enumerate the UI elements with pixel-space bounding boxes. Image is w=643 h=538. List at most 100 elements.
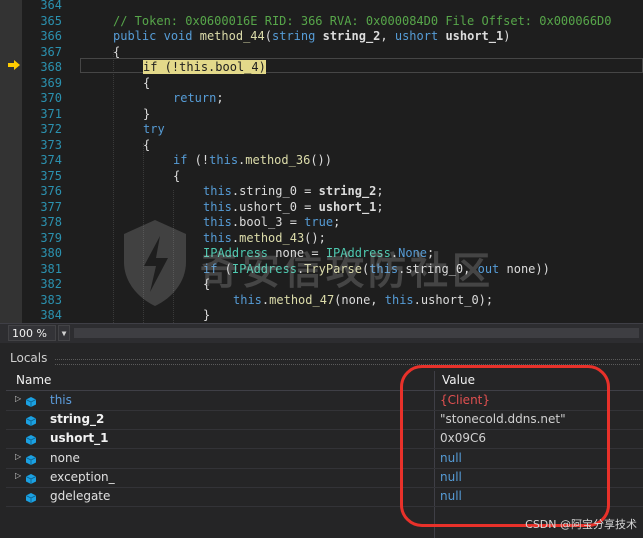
code-line[interactable]: 374 if (!this.method_36()) — [0, 153, 643, 169]
variable-cube-icon — [25, 434, 37, 446]
code-token: this — [369, 261, 399, 276]
line-number: 380 — [40, 246, 62, 260]
code-token: IPAddress — [325, 246, 391, 260]
line-number: 381 — [40, 261, 62, 276]
code-token: .string_0, — [398, 261, 478, 276]
code-token: { — [143, 75, 151, 90]
line-number: 384 — [40, 308, 62, 322]
code-token: true — [304, 215, 334, 229]
code-token: if — [203, 261, 218, 276]
code-line[interactable]: 379 this.method_43(); — [0, 231, 643, 247]
code-token: method_44 — [199, 29, 265, 43]
code-token: IPAddress — [231, 261, 297, 276]
code-token: if — [173, 153, 188, 167]
code-text: if (!this.method_36()) — [173, 153, 332, 169]
code-line[interactable]: 376 this.string_0 = string_2; — [0, 184, 643, 200]
code-line[interactable]: 369 { — [0, 76, 643, 92]
code-token: none)) — [499, 261, 550, 276]
code-token: string_2 — [322, 29, 381, 43]
zoom-dropdown-icon[interactable]: ▼ — [58, 325, 70, 341]
variable-name: exception_ — [50, 469, 115, 484]
code-token: ; — [376, 199, 384, 214]
line-number: 364 — [40, 0, 62, 12]
horizontal-scrollbar[interactable] — [74, 328, 639, 338]
variable-cube-icon — [25, 473, 37, 484]
code-token: } — [203, 308, 211, 322]
line-number: 383 — [40, 292, 62, 307]
code-line[interactable]: 368 if (!this.bool_4) — [0, 60, 643, 76]
code-token: try — [143, 122, 165, 136]
editor-status-bar: 100 % ▼ — [0, 323, 643, 343]
code-token: (none, — [334, 292, 385, 307]
code-token: ()) — [310, 153, 332, 167]
code-line[interactable]: 381 if (IPAddress.TryParse(this.string_0,… — [0, 262, 643, 278]
code-token: this — [203, 230, 232, 245]
code-line[interactable]: 367 { — [0, 45, 643, 61]
code-line[interactable]: 384} — [0, 308, 643, 323]
variable-cube-icon — [25, 415, 37, 427]
code-text: { — [173, 169, 180, 185]
line-number: 366 — [40, 29, 62, 43]
code-text: { — [113, 45, 120, 61]
expand-arrow-icon[interactable]: ▷ — [15, 452, 21, 461]
code-token: } — [143, 106, 151, 121]
code-text: if (IPAddress.TryParse(this.string_0, ou… — [203, 262, 550, 278]
code-line[interactable]: 373 { — [0, 138, 643, 154]
line-number: 377 — [40, 199, 62, 214]
code-line[interactable]: 365 // Token: 0x0600016E RID: 366 RVA: 0x… — [0, 14, 643, 30]
code-token: ; — [216, 91, 224, 105]
code-text: } — [143, 107, 150, 123]
code-text: this.string_0 = string_2; — [203, 184, 384, 200]
code-token: ( — [264, 29, 272, 43]
code-token: ushort_1 — [445, 29, 504, 43]
code-token: string — [272, 29, 316, 43]
code-token: . — [390, 246, 399, 260]
code-token: return — [173, 91, 217, 105]
code-line[interactable]: 372 try — [0, 122, 643, 138]
code-token: if — [143, 60, 158, 74]
code-text: this.bool_3 = true; — [203, 215, 340, 231]
code-line[interactable]: 377 this.ushort_0 = ushort_1; — [0, 200, 643, 216]
code-text: public void method_44(string string_2, u… — [113, 29, 510, 45]
code-token: // Token: 0x0600016E RID: 366 RVA: 0x000… — [113, 13, 612, 28]
code-token: .string_0 = — [231, 184, 319, 198]
code-line[interactable]: 382 { — [0, 277, 643, 293]
column-header-name[interactable]: Name — [16, 373, 51, 387]
code-token: this — [203, 184, 232, 198]
expand-arrow-icon[interactable]: ▷ — [15, 394, 21, 403]
line-number: 369 — [40, 75, 62, 90]
line-number: 365 — [40, 13, 62, 28]
code-token: (); — [304, 230, 326, 245]
variable-name: string_2 — [50, 412, 105, 427]
code-line[interactable]: 375 { — [0, 169, 643, 185]
code-line[interactable]: 383 this.method_47(none, this.ushort_0); — [0, 293, 643, 309]
code-line[interactable]: 366 public void method_44(string string_2… — [0, 29, 643, 45]
line-number: 375 — [40, 168, 62, 183]
code-token: .ushort_0 = — [231, 199, 319, 214]
code-line[interactable]: 378 this.bool_3 = true; — [0, 215, 643, 231]
code-token: TryParse — [304, 261, 362, 276]
line-number: 382 — [40, 277, 62, 291]
code-token: public — [113, 29, 157, 43]
variable-name: this — [50, 393, 72, 407]
code-editor[interactable]: 364 365 // Token: 0x0600016E RID: 366 RVA:… — [0, 0, 643, 323]
code-text: IPAddress none = IPAddress.None; — [203, 246, 434, 262]
code-line[interactable]: 370 return; — [0, 91, 643, 107]
code-text: if (!this.bool_4) — [143, 60, 266, 76]
code-token: this — [209, 153, 239, 167]
expand-arrow-icon[interactable]: ▷ — [15, 471, 21, 480]
variable-cube-icon — [25, 454, 37, 465]
line-number: 378 — [40, 215, 62, 229]
code-token: { — [143, 137, 151, 152]
variable-name: ushort_1 — [50, 431, 109, 446]
line-number: 372 — [40, 122, 62, 136]
code-line[interactable]: 380 IPAddress none = IPAddress.None; — [0, 246, 643, 262]
code-token: none = — [268, 246, 326, 260]
zoom-level[interactable]: 100 % — [8, 325, 56, 341]
code-line[interactable]: 364 — [0, 0, 643, 14]
code-text: this.method_47(none, this.ushort_0); — [233, 293, 493, 309]
code-text: this.ushort_0 = ushort_1; — [203, 200, 384, 216]
code-line[interactable]: 371} — [0, 107, 643, 123]
